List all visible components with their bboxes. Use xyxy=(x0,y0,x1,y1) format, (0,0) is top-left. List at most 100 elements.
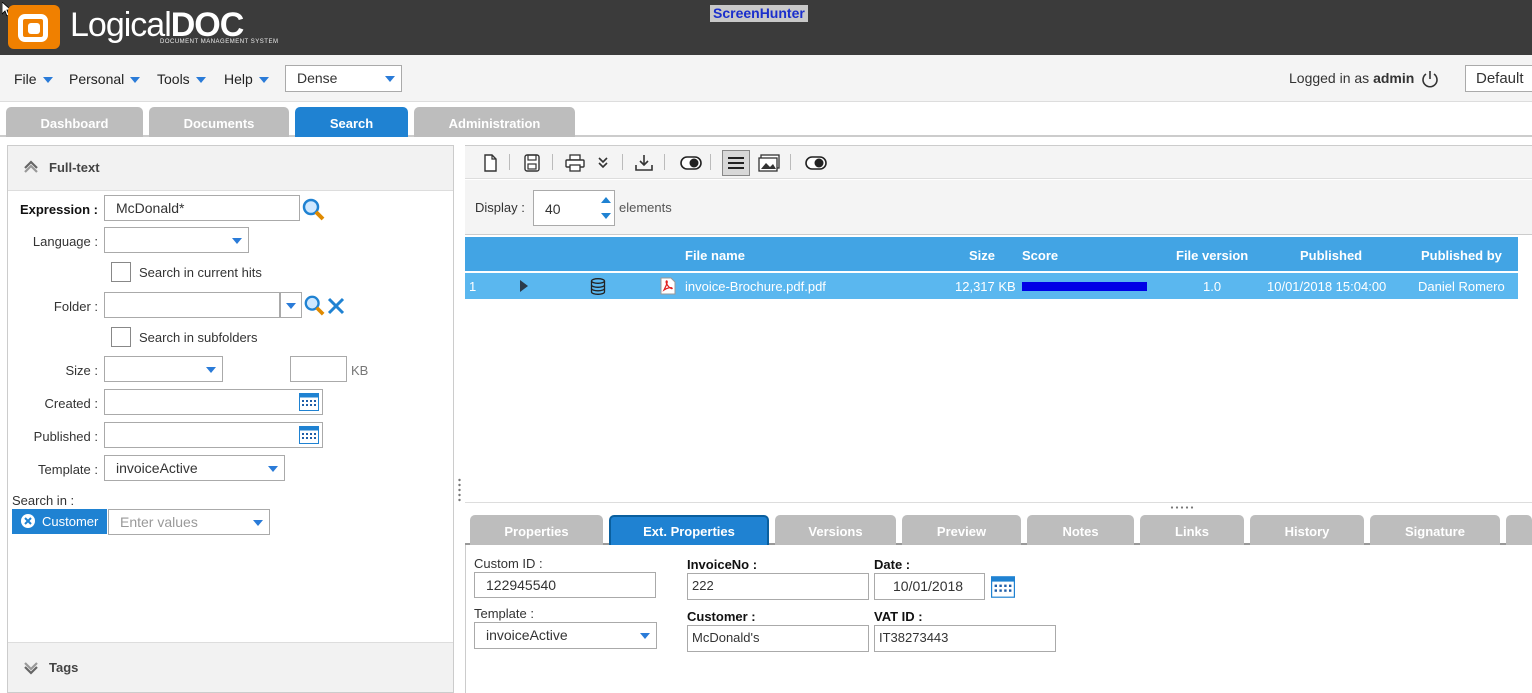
save-icon[interactable] xyxy=(522,154,542,172)
tab-search[interactable]: Search xyxy=(295,107,408,137)
chevron-down-icon xyxy=(206,367,216,373)
column-published[interactable]: Published xyxy=(1300,248,1362,263)
chevron-down-icon xyxy=(253,520,263,526)
tab-signature[interactable]: Signature xyxy=(1370,515,1500,545)
clear-folder-icon[interactable] xyxy=(326,296,346,316)
vat-id-input[interactable]: IT38273443 xyxy=(874,625,1056,652)
folder-input[interactable] xyxy=(104,292,280,318)
calendar-icon[interactable] xyxy=(991,576,1015,598)
column-file-name[interactable]: File name xyxy=(685,248,745,263)
chevron-down-icon xyxy=(385,76,395,82)
horizontal-splitter[interactable] xyxy=(465,503,1532,513)
date-input[interactable]: 10/01/2018 xyxy=(874,573,985,600)
invoice-no-input[interactable]: 222 xyxy=(687,573,869,600)
print-icon[interactable] xyxy=(565,154,585,172)
expression-label: Expression : xyxy=(19,202,98,217)
template-select[interactable]: invoiceActive xyxy=(104,455,285,481)
custom-id-input[interactable]: 122945540 xyxy=(474,572,656,598)
menu-personal[interactable]: Personal xyxy=(69,71,141,87)
row-index: 1 xyxy=(469,279,477,294)
tab-properties[interactable]: Properties xyxy=(470,515,603,545)
fulltext-section-header[interactable]: Full-text xyxy=(8,146,453,191)
tab-links[interactable]: Links xyxy=(1140,515,1244,545)
logo-tagline: DOCUMENT MANAGEMENT SYSTEM xyxy=(160,39,279,45)
tab-ext-properties[interactable]: Ext. Properties xyxy=(609,515,769,545)
language-select[interactable] xyxy=(104,227,249,253)
expression-input[interactable]: McDonald* xyxy=(104,195,300,221)
fulltext-title: Full-text xyxy=(49,160,100,175)
row-file-version: 1.0 xyxy=(1203,279,1222,294)
published-label: Published : xyxy=(33,429,98,444)
expand-row-icon[interactable] xyxy=(519,279,529,293)
tab-dashboard[interactable]: Dashboard xyxy=(6,107,143,137)
tab-administration[interactable]: Administration xyxy=(414,107,575,137)
spinner-arrows-icon[interactable] xyxy=(600,194,612,222)
search-in-chip-customer[interactable]: Customer xyxy=(12,509,107,534)
chevron-down-icon xyxy=(258,77,269,84)
tab-notes[interactable]: Notes xyxy=(1027,515,1134,545)
collapse-up-icon xyxy=(24,160,38,173)
folder-dropdown-button[interactable] xyxy=(280,292,302,318)
folder-label: Folder : xyxy=(53,299,98,314)
published-date-input[interactable] xyxy=(104,422,323,448)
tab-versions[interactable]: Versions xyxy=(775,515,896,545)
vertical-splitter[interactable] xyxy=(455,145,464,693)
toggle-icon[interactable] xyxy=(680,154,702,172)
main-tabs: Dashboard Documents Search Administratio… xyxy=(0,103,1532,137)
tab-history[interactable]: History xyxy=(1250,515,1364,545)
calendar-icon[interactable] xyxy=(299,426,319,444)
created-date-input[interactable] xyxy=(104,389,323,415)
template-label: Template : xyxy=(38,462,98,477)
ext-template-label: Template : xyxy=(474,606,534,621)
menu-help[interactable]: Help xyxy=(224,71,269,87)
row-file-name[interactable]: invoice-Brochure.pdf.pdf xyxy=(685,279,826,294)
tab-documents[interactable]: Documents xyxy=(149,107,289,137)
list-view-button[interactable] xyxy=(722,150,750,176)
toolbar-separator xyxy=(622,154,623,170)
ext-template-select[interactable]: invoiceActive xyxy=(474,622,657,649)
pdf-file-icon xyxy=(660,277,676,295)
gallery-view-icon[interactable] xyxy=(758,154,780,172)
tab-preview[interactable]: Preview xyxy=(902,515,1021,545)
size-unit-label: KB xyxy=(351,363,369,378)
document-detail-tabs: Properties Ext. Properties Versions Prev… xyxy=(465,513,1532,545)
tab-more[interactable] xyxy=(1506,515,1532,545)
folder-search-icon[interactable] xyxy=(303,294,325,316)
search-subfolders-checkbox[interactable] xyxy=(111,327,131,347)
chevron-down-icon xyxy=(42,77,53,84)
display-count-spinner[interactable]: 40 xyxy=(533,190,615,226)
new-document-icon[interactable] xyxy=(480,154,500,172)
row-size: 12,317 KB xyxy=(955,279,1016,294)
double-chevron-down-icon[interactable] xyxy=(593,154,613,172)
tags-section-header[interactable]: Tags xyxy=(8,642,453,692)
row-score-bar xyxy=(1022,282,1147,291)
remove-chip-icon[interactable] xyxy=(21,514,35,528)
search-in-label: Search in : xyxy=(12,493,75,508)
column-size[interactable]: Size xyxy=(969,248,995,263)
screenhunter-badge: ScreenHunter xyxy=(710,5,808,22)
chevron-down-icon xyxy=(130,77,141,84)
search-icon[interactable] xyxy=(301,197,325,221)
size-input[interactable] xyxy=(290,356,347,382)
customer-input[interactable]: McDonald's xyxy=(687,625,869,652)
logout-power-icon[interactable] xyxy=(1421,70,1439,88)
search-current-hits-checkbox[interactable] xyxy=(111,262,131,282)
column-score[interactable]: Score xyxy=(1022,248,1058,263)
table-row[interactable]: 1 invoice-Brochure.pdf.pdf 12,317 KB 1.0… xyxy=(465,273,1518,299)
density-select[interactable]: Dense xyxy=(285,65,402,92)
toolbar-separator xyxy=(710,154,711,170)
download-icon[interactable] xyxy=(634,154,654,172)
column-file-version[interactable]: File version xyxy=(1176,248,1248,263)
toggle-icon[interactable] xyxy=(805,154,827,172)
row-published-by: Daniel Romero xyxy=(1418,279,1505,294)
calendar-icon[interactable] xyxy=(299,393,319,411)
vat-id-label: VAT ID : xyxy=(874,609,923,624)
skin-select[interactable]: Default xyxy=(1465,65,1532,92)
search-in-values-select[interactable]: Enter values xyxy=(108,509,270,535)
size-operator-select[interactable] xyxy=(104,356,223,382)
menu-tools[interactable]: Tools xyxy=(157,71,206,87)
logo-icon xyxy=(8,5,60,49)
row-published: 10/01/2018 15:04:00 xyxy=(1267,279,1387,294)
column-published-by[interactable]: Published by xyxy=(1421,248,1502,263)
menu-file[interactable]: File xyxy=(14,71,53,87)
